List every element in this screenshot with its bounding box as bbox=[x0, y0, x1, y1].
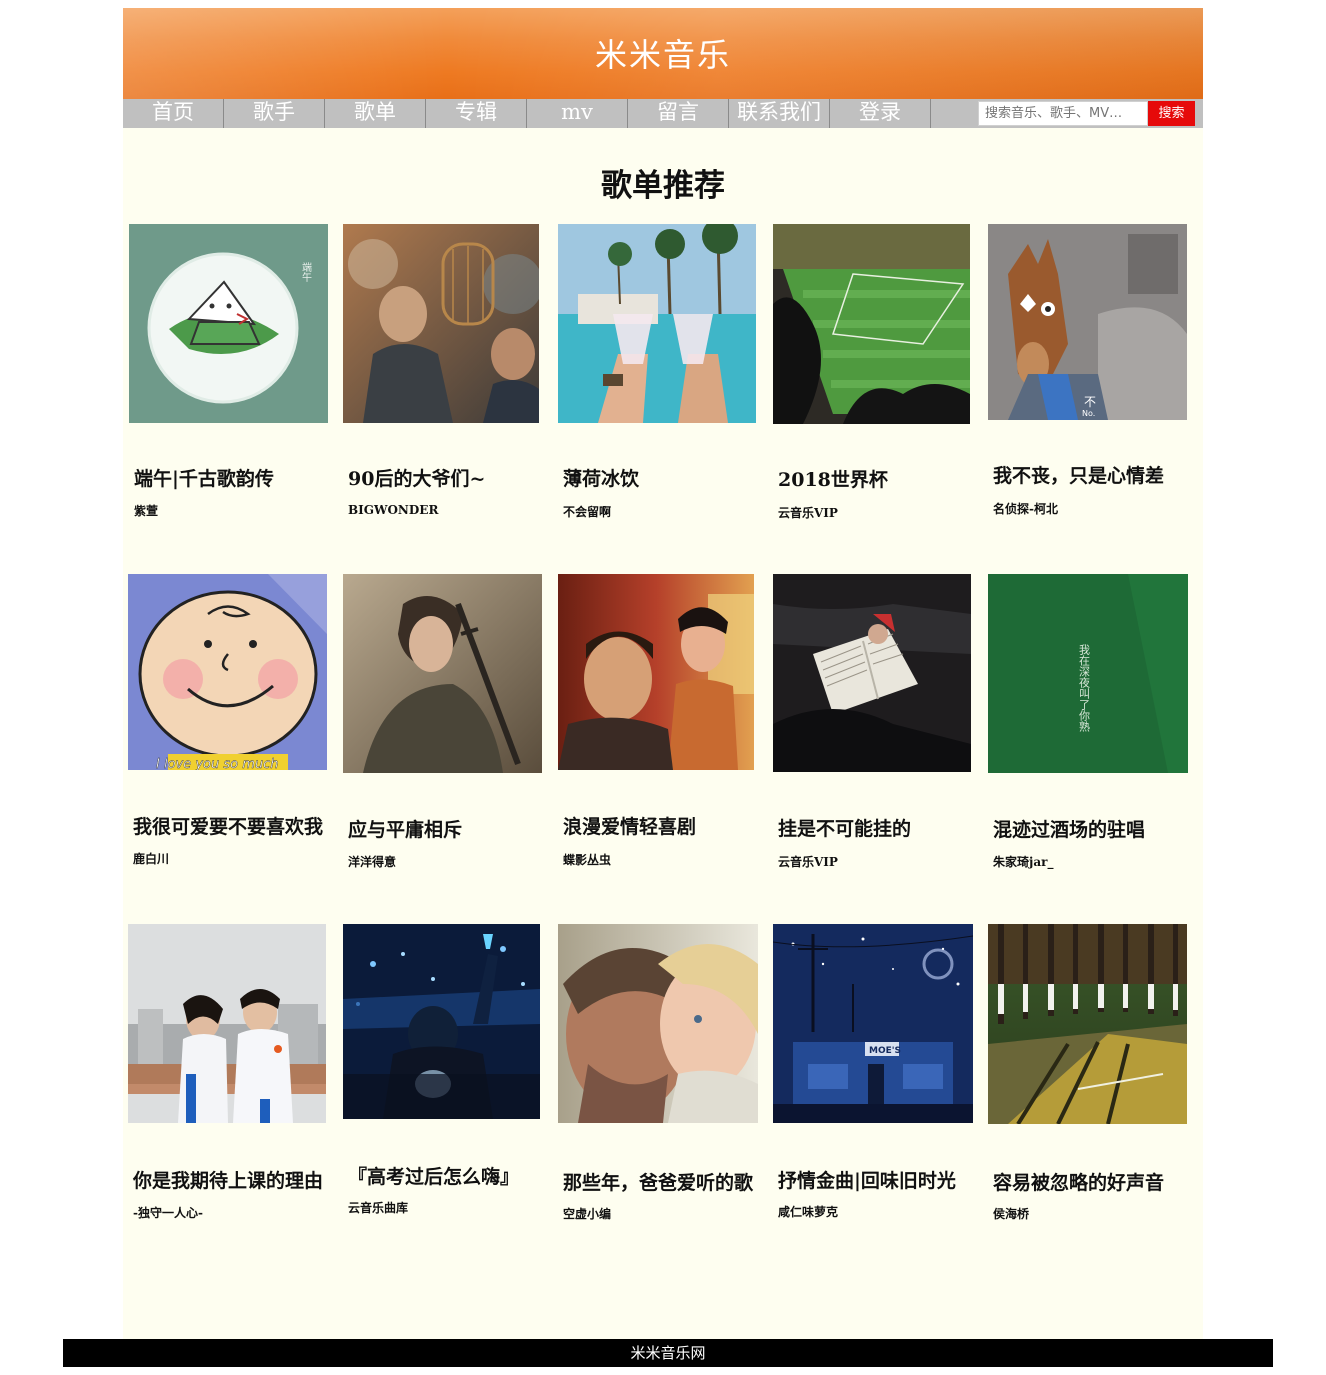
playlist-author[interactable]: 紫萱 bbox=[134, 502, 158, 519]
playlist-cover: 不 No. bbox=[988, 224, 1187, 420]
playlist-title[interactable]: 应与平庸相斥 bbox=[348, 815, 462, 842]
playlist-cover: I love you so much bbox=[128, 574, 327, 770]
nav-singers[interactable]: 歌手 bbox=[224, 99, 325, 128]
playlist-title[interactable]: 挂是不可能挂的 bbox=[778, 814, 911, 841]
playlist-author[interactable]: -独守一人心- bbox=[133, 1204, 203, 1221]
svg-text:不: 不 bbox=[1084, 395, 1096, 409]
nav-login[interactable]: 登录 bbox=[830, 99, 931, 128]
playlist-title[interactable]: 容易被忽略的好声音 bbox=[993, 1168, 1164, 1195]
playlist-author[interactable]: 不会留啊 bbox=[563, 503, 611, 520]
playlist-author[interactable]: 名侦探-柯北 bbox=[993, 500, 1058, 517]
playlist-author[interactable]: BIGWONDER bbox=[348, 503, 438, 517]
nav-home[interactable]: 首页 bbox=[123, 99, 224, 128]
playlist-author[interactable]: 蝶影丛虫 bbox=[563, 851, 611, 868]
playlist-cover bbox=[128, 924, 326, 1123]
playlist-card[interactable]: 容易被忽略的好声音 侯海桥 bbox=[988, 924, 1203, 1224]
playlist-cover bbox=[558, 224, 756, 423]
section-title: 歌单推荐 bbox=[601, 168, 725, 204]
playlist-title[interactable]: 端午|千古歌韵传 bbox=[134, 464, 274, 491]
svg-text:端午: 端午 bbox=[300, 261, 312, 283]
playlist-card[interactable]: 应与平庸相斥 洋洋得意 bbox=[343, 574, 558, 874]
playlist-author[interactable]: 云音乐曲库 bbox=[348, 1199, 408, 1216]
footer-text: 米米音乐网 bbox=[630, 1344, 706, 1362]
playlist-author[interactable]: 云音乐VIP bbox=[778, 853, 838, 870]
playlist-card[interactable]: 那些年，爸爸爱听的歌 空虚小编 bbox=[558, 924, 773, 1224]
playlist-cover bbox=[558, 924, 758, 1123]
playlist-author[interactable]: 侯海桥 bbox=[993, 1205, 1029, 1222]
page-container: 米米音乐 首页 歌手 歌单 专辑 mv 留言 联系我们 登录 搜索 歌单推荐 端… bbox=[123, 8, 1203, 1339]
svg-text:No.: No. bbox=[1082, 409, 1095, 418]
playlist-card[interactable]: I love you so much 我很可爱要不要喜欢我 鹿白川 bbox=[128, 574, 343, 874]
playlist-title[interactable]: 薄荷冰饮 bbox=[563, 464, 639, 491]
header-banner: 米米音乐 bbox=[123, 8, 1203, 99]
playlist-author[interactable]: 朱家琦jar_ bbox=[993, 853, 1053, 870]
playlist-card[interactable]: 『高考过后怎么嗨』 云音乐曲库 bbox=[343, 924, 558, 1224]
playlist-card[interactable]: 端午 端午|千古歌韵传 紫萱 bbox=[129, 224, 344, 524]
nav-mv[interactable]: mv bbox=[527, 99, 628, 128]
nav-contact[interactable]: 联系我们 bbox=[729, 99, 830, 128]
playlist-cover: 端午 bbox=[129, 224, 328, 423]
nav-bar: 首页 歌手 歌单 专辑 mv 留言 联系我们 登录 搜索 bbox=[123, 99, 1203, 128]
playlist-title[interactable]: 2018世界杯 bbox=[778, 465, 888, 492]
playlist-card[interactable]: 浪漫爱情轻喜剧 蝶影丛虫 bbox=[558, 574, 773, 874]
playlist-cover: MOE'S bbox=[773, 924, 973, 1123]
playlist-card[interactable]: MOE'S 抒情金曲|回味旧时光 咸仁味萝克 bbox=[773, 924, 988, 1224]
playlist-card[interactable]: 挂是不可能挂的 云音乐VIP bbox=[773, 574, 988, 874]
search-button[interactable]: 搜索 bbox=[1148, 101, 1195, 126]
playlist-cover: 我在深夜叫了你熟 bbox=[988, 574, 1188, 773]
playlist-title[interactable]: 那些年，爸爸爱听的歌 bbox=[563, 1168, 753, 1195]
playlist-title[interactable]: 90后的大爷们~ bbox=[348, 464, 485, 491]
playlist-cover bbox=[343, 924, 540, 1119]
search-input[interactable] bbox=[978, 101, 1148, 126]
playlist-cover bbox=[988, 924, 1187, 1124]
playlist-author[interactable]: 云音乐VIP bbox=[778, 504, 838, 521]
site-title: 米米音乐 bbox=[594, 36, 731, 74]
playlist-cover bbox=[558, 574, 754, 770]
footer: 米米音乐网 bbox=[63, 1339, 1273, 1367]
nav-albums[interactable]: 专辑 bbox=[426, 99, 527, 128]
playlist-card[interactable]: 我在深夜叫了你熟 混迹过酒场的驻唱 朱家琦jar_ bbox=[988, 574, 1203, 874]
playlist-title[interactable]: 我很可爱要不要喜欢我 bbox=[133, 812, 323, 839]
playlist-cover bbox=[343, 224, 539, 423]
playlist-cover bbox=[773, 224, 970, 424]
playlist-author[interactable]: 鹿白川 bbox=[133, 850, 169, 867]
playlist-card[interactable]: 不 No. 我不丧，只是心情差 名侦探-柯北 bbox=[988, 224, 1203, 524]
playlist-title[interactable]: 『高考过后怎么嗨』 bbox=[348, 1162, 519, 1189]
playlist-card[interactable]: 你是我期待上课的理由 -独守一人心- bbox=[128, 924, 343, 1224]
playlist-cover bbox=[773, 574, 971, 772]
svg-text:I love you so much: I love you so much bbox=[156, 757, 279, 770]
playlist-author[interactable]: 咸仁味萝克 bbox=[778, 1203, 838, 1220]
svg-text:MOE'S: MOE'S bbox=[869, 1046, 901, 1056]
playlist-title[interactable]: 浪漫爱情轻喜剧 bbox=[563, 812, 696, 839]
playlist-author[interactable]: 空虚小编 bbox=[563, 1205, 611, 1222]
nav-playlists[interactable]: 歌单 bbox=[325, 99, 426, 128]
playlist-title[interactable]: 混迹过酒场的驻唱 bbox=[993, 815, 1145, 842]
playlist-title[interactable]: 抒情金曲|回味旧时光 bbox=[778, 1166, 956, 1193]
playlist-title[interactable]: 我不丧，只是心情差 bbox=[993, 461, 1164, 488]
playlist-card[interactable]: 90后的大爷们~ BIGWONDER bbox=[343, 224, 558, 524]
playlist-title[interactable]: 你是我期待上课的理由 bbox=[133, 1166, 323, 1193]
nav-messages[interactable]: 留言 bbox=[628, 99, 729, 128]
svg-text:我在深夜叫了你熟: 我在深夜叫了你熟 bbox=[1078, 644, 1091, 732]
playlist-author[interactable]: 洋洋得意 bbox=[348, 853, 396, 870]
playlist-card[interactable]: 2018世界杯 云音乐VIP bbox=[773, 224, 988, 524]
playlist-card[interactable]: 薄荷冰饮 不会留啊 bbox=[558, 224, 773, 524]
playlist-cover bbox=[343, 574, 542, 773]
